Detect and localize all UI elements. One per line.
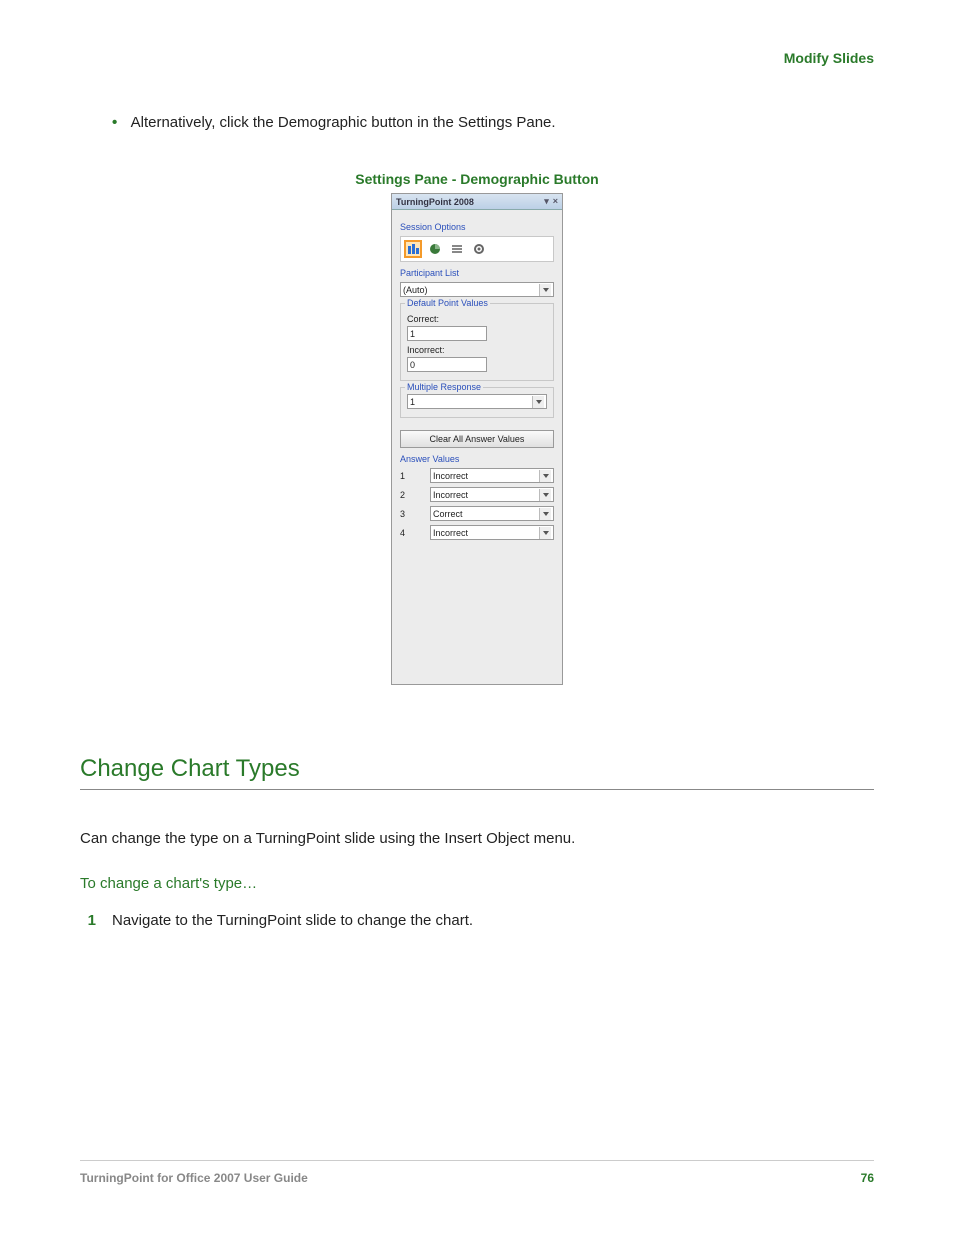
default-point-values-label: Default Point Values [405, 298, 490, 308]
figure-wrap: TurningPoint 2008 ▾ × Session Options [80, 193, 874, 685]
chevron-down-icon [539, 489, 551, 501]
page-number: 76 [861, 1171, 874, 1185]
step-row: 1 Navigate to the TurningPoint slide to … [80, 912, 874, 929]
section-paragraph: Can change the type on a TurningPoint sl… [80, 830, 874, 847]
demographic-button[interactable] [404, 240, 422, 258]
correct-label: Correct: [407, 314, 547, 324]
toolbar-icon-4[interactable] [470, 240, 488, 258]
answer-value-row: 4 Incorrect [400, 525, 554, 540]
default-point-values-group: Default Point Values Correct: 1 Incorrec… [400, 303, 554, 381]
participant-list-label: Participant List [400, 268, 554, 278]
answer-value-select[interactable]: Correct [430, 506, 554, 521]
pie-icon [428, 242, 442, 256]
pane-body: Session Options [392, 210, 562, 684]
menu-dropdown-icon[interactable]: ▾ [544, 196, 549, 207]
participant-list-value: (Auto) [403, 285, 428, 295]
chevron-down-icon [539, 470, 551, 482]
step-number: 1 [80, 912, 96, 929]
gear-icon [472, 242, 486, 256]
list-icon [450, 242, 464, 256]
figure-caption: Settings Pane - Demographic Button [340, 171, 614, 187]
chevron-down-icon [539, 508, 551, 520]
answer-value-select[interactable]: Incorrect [430, 487, 554, 502]
answer-values-label: Answer Values [400, 454, 554, 464]
bullet-text: Alternatively, click the Demographic but… [131, 114, 556, 131]
page-content: Modify Slides • Alternatively, click the… [0, 0, 954, 929]
settings-pane: TurningPoint 2008 ▾ × Session Options [391, 193, 563, 685]
pane-titlebar: TurningPoint 2008 ▾ × [392, 194, 562, 210]
chevron-down-icon [532, 396, 544, 408]
procedure-subhead: To change a chart's type… [80, 875, 874, 892]
answer-value-row: 1 Incorrect [400, 468, 554, 483]
multiple-response-group: Multiple Response 1 [400, 387, 554, 418]
session-options-label: Session Options [400, 222, 554, 232]
toolbar-icon-3[interactable] [448, 240, 466, 258]
footer-title: TurningPoint for Office 2007 User Guide [80, 1171, 308, 1185]
header-section-title: Modify Slides [80, 50, 874, 66]
incorrect-label: Incorrect: [407, 345, 547, 355]
answer-value-row: 3 Correct [400, 506, 554, 521]
answer-value-number: 1 [400, 471, 424, 481]
chevron-down-icon [539, 284, 551, 296]
clear-all-answer-values-button[interactable]: Clear All Answer Values [400, 430, 554, 448]
session-options-toolbar [400, 236, 554, 262]
section-heading: Change Chart Types [80, 755, 874, 790]
close-icon[interactable]: × [553, 196, 558, 207]
step-text: Navigate to the TurningPoint slide to ch… [112, 912, 473, 929]
multiple-response-label: Multiple Response [405, 382, 483, 392]
answer-value-number: 4 [400, 528, 424, 538]
bullet-item: • Alternatively, click the Demographic b… [112, 114, 874, 131]
toolbar-icon-2[interactable] [426, 240, 444, 258]
page-footer: TurningPoint for Office 2007 User Guide … [80, 1160, 874, 1185]
answer-value-row: 2 Incorrect [400, 487, 554, 502]
answer-value-select[interactable]: Incorrect [430, 525, 554, 540]
answer-value-select[interactable]: Incorrect [430, 468, 554, 483]
participant-list-select[interactable]: (Auto) [400, 282, 554, 297]
chevron-down-icon [539, 527, 551, 539]
answer-value-number: 2 [400, 490, 424, 500]
correct-input[interactable]: 1 [407, 326, 487, 341]
pane-title-text: TurningPoint 2008 [396, 197, 474, 207]
bullet-dot: • [112, 114, 117, 131]
incorrect-input[interactable]: 0 [407, 357, 487, 372]
answer-value-number: 3 [400, 509, 424, 519]
multiple-response-select[interactable]: 1 [407, 394, 547, 409]
demographic-icon [406, 242, 420, 256]
multiple-response-value: 1 [410, 397, 415, 407]
